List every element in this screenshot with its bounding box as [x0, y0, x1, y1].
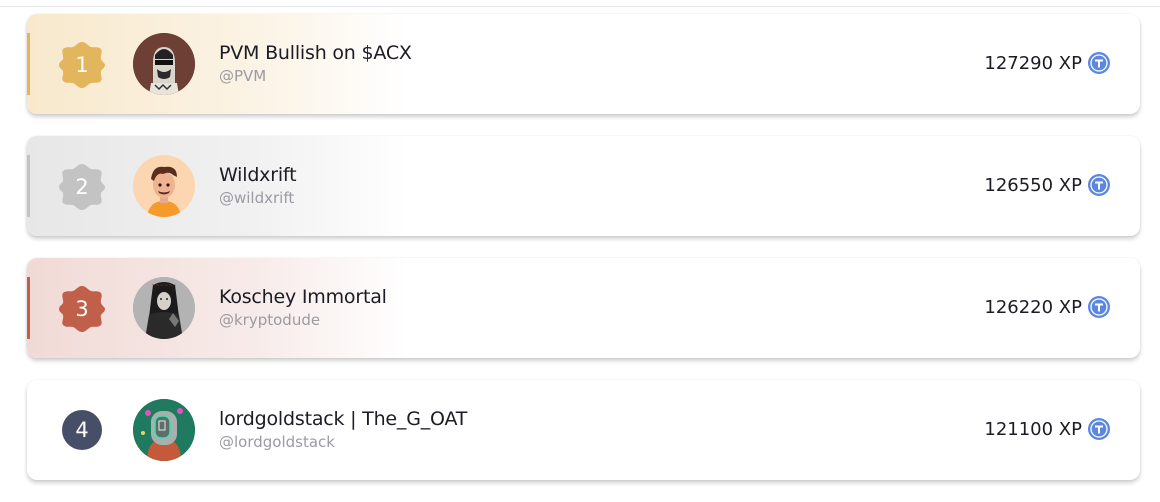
player-handle[interactable]: @kryptodude	[219, 311, 320, 329]
token-icon	[1088, 52, 1110, 74]
leaderboard-row[interactable]: 1 PVM Bullish on $ACX @PVM 127290 XP	[27, 14, 1140, 114]
leaderboard-list: 1 PVM Bullish on $ACX @PVM 127290 XP 2 W…	[27, 14, 1140, 502]
gold-rank-badge: 1	[57, 40, 107, 90]
leaderboard-row[interactable]: 3 ~~~~~~ Koschey Immortal @kryptodude 12…	[27, 258, 1140, 358]
rank-accent-bar	[27, 155, 30, 217]
token-icon	[1088, 418, 1110, 440]
xp-score: 127290 XP	[984, 52, 1110, 74]
player-name[interactable]: PVM Bullish on $ACX	[219, 42, 412, 64]
rank-number: 2	[75, 175, 89, 199]
xp-value: 126550 XP	[984, 174, 1082, 196]
ape-avatar[interactable]	[133, 33, 195, 95]
rank-accent-bar	[27, 277, 30, 339]
leaderboard-row[interactable]: 2 Wildxrift @wildxrift 126550 XP	[27, 136, 1140, 236]
rank-badge: 4	[62, 410, 102, 450]
cartoon-person-avatar[interactable]	[133, 155, 195, 217]
player-handle[interactable]: @PVM	[219, 67, 266, 85]
xp-score: 121100 XP	[984, 418, 1110, 440]
dark-figure-avatar[interactable]: ~~~~~~	[133, 277, 195, 339]
player-handle[interactable]: @wildxrift	[219, 189, 294, 207]
player-handle[interactable]: @lordgoldstack	[219, 433, 335, 451]
token-icon	[1088, 174, 1110, 196]
xp-score: 126220 XP	[984, 296, 1110, 318]
player-name[interactable]: Koschey Immortal	[219, 286, 387, 308]
rank-number: 3	[75, 297, 89, 321]
token-icon	[1088, 296, 1110, 318]
rank-accent-bar	[27, 33, 30, 95]
xp-value: 121100 XP	[984, 418, 1082, 440]
xp-value: 126220 XP	[984, 296, 1082, 318]
bronze-rank-badge: 3	[57, 284, 107, 334]
xp-value: 127290 XP	[984, 52, 1082, 74]
xp-score: 126550 XP	[984, 174, 1110, 196]
rank-number: 1	[75, 53, 89, 77]
top-divider	[0, 6, 1160, 7]
svg-text:~~~~~~: ~~~~~~	[151, 283, 176, 289]
leaderboard-row[interactable]: 4 lordgoldstack | The_G_OAT @lordgoldsta…	[27, 380, 1140, 480]
astronaut-avatar[interactable]	[133, 399, 195, 461]
player-name[interactable]: lordgoldstack | The_G_OAT	[219, 408, 467, 430]
player-name[interactable]: Wildxrift	[219, 164, 297, 186]
silver-rank-badge: 2	[57, 162, 107, 212]
